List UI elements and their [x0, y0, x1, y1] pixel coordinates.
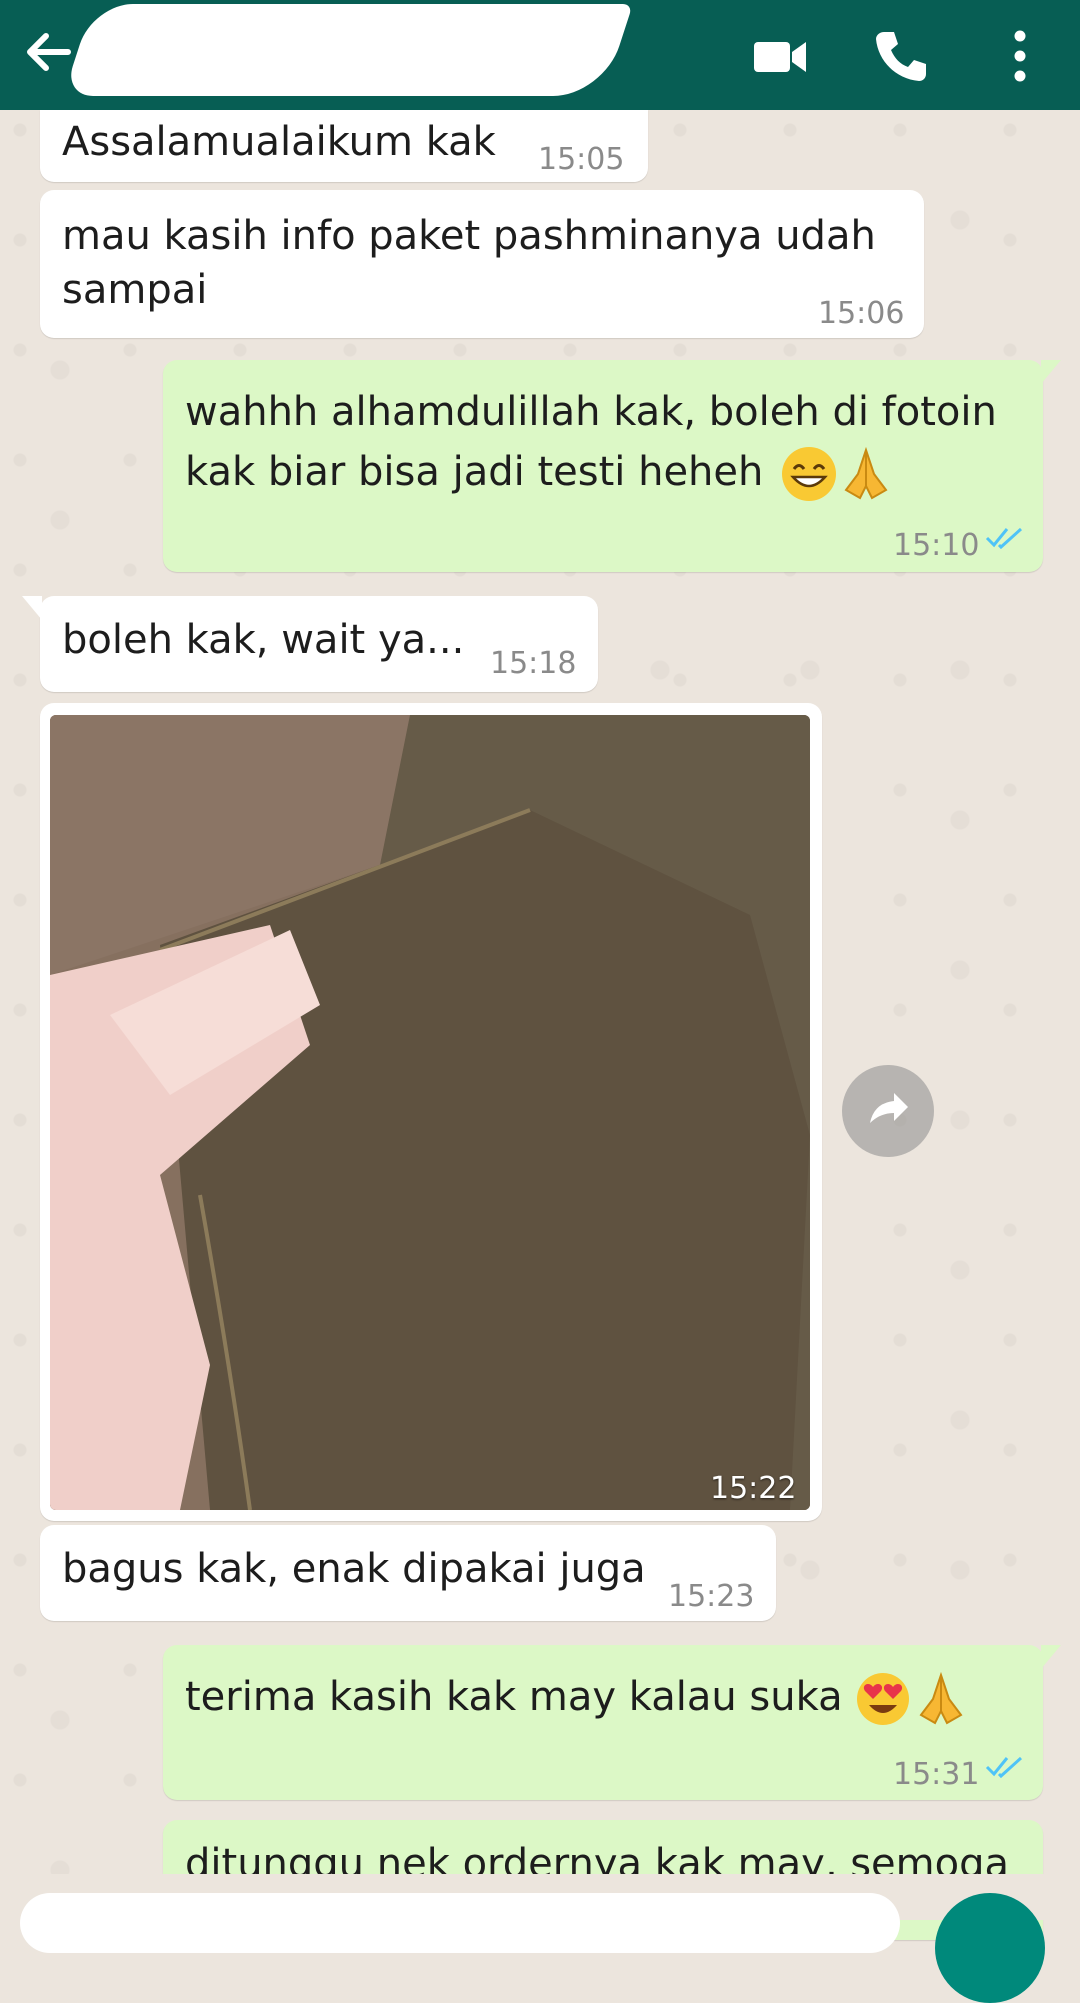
- grin-icon: [782, 447, 837, 501]
- message-bubble-incoming[interactable]: bagus kak, enak dipakai juga 15:23: [40, 1525, 776, 1621]
- chat-header: [0, 0, 1080, 110]
- bubble-tail: [22, 596, 42, 620]
- message-time: 15:22: [710, 1471, 797, 1506]
- read-receipt-icon: [985, 527, 1023, 550]
- bubble-tail: [1041, 360, 1061, 384]
- message-bubble-outgoing[interactable]: wahhh alhamdulillah kak, boleh di fotoin…: [163, 360, 1061, 572]
- more-vert-icon[interactable]: [1000, 26, 1040, 86]
- message-text-line: kak biar bisa jadi testi heheh: [185, 444, 896, 502]
- back-arrow-icon[interactable]: [18, 22, 78, 82]
- message-bubble-incoming[interactable]: mau kasih info paket pashminanya udah sa…: [40, 190, 924, 338]
- message-time: 15:10: [893, 528, 980, 563]
- heart-eyes-icon: [857, 1673, 910, 1725]
- message-time: 15:18: [490, 646, 577, 681]
- message-text-line: mau kasih info paket pashminanya udah: [62, 213, 876, 259]
- message-time: 15:05: [538, 142, 625, 177]
- message-text-line: terima kasih kak may kalau suka: [185, 1669, 971, 1727]
- video-call-icon[interactable]: [750, 26, 810, 86]
- message-text-line: wahhh alhamdulillah kak, boleh di fotoin: [185, 389, 997, 435]
- message-input[interactable]: [20, 1893, 900, 1953]
- forward-icon: [870, 1093, 908, 1123]
- phone-icon[interactable]: [870, 26, 930, 86]
- message-text: Assalamualaikum kak: [62, 119, 496, 165]
- contact-name-redacted[interactable]: [63, 4, 633, 96]
- photo-fabric-illustration: [50, 715, 810, 1510]
- message-text: kak biar bisa jadi testi heheh: [185, 449, 764, 495]
- forward-button[interactable]: [842, 1065, 934, 1157]
- read-receipt-icon: [985, 1756, 1023, 1779]
- message-text-line: sampai: [62, 267, 208, 313]
- folded-hands-icon: [844, 446, 888, 500]
- message-text: bagus kak, enak dipakai juga: [62, 1546, 646, 1592]
- folded-hands-icon: [919, 1671, 963, 1725]
- message-time: 15:06: [818, 296, 905, 331]
- message-bubble-incoming[interactable]: Assalamualaikum kak 15:05: [40, 110, 648, 182]
- message-text: terima kasih kak may kalau suka: [185, 1674, 843, 1720]
- message-photo[interactable]: 15:22: [50, 715, 810, 1510]
- mic-button[interactable]: [935, 1893, 1045, 2003]
- message-bubble-incoming[interactable]: boleh kak, wait ya... 15:18: [22, 596, 598, 692]
- message-bubble-outgoing[interactable]: terima kasih kak may kalau suka 15:31: [163, 1645, 1061, 1800]
- message-text: boleh kak, wait ya...: [62, 617, 465, 663]
- bubble-tail: [1041, 1645, 1061, 1669]
- message-time: 15:23: [668, 1579, 755, 1614]
- message-time: 15:31: [893, 1757, 980, 1792]
